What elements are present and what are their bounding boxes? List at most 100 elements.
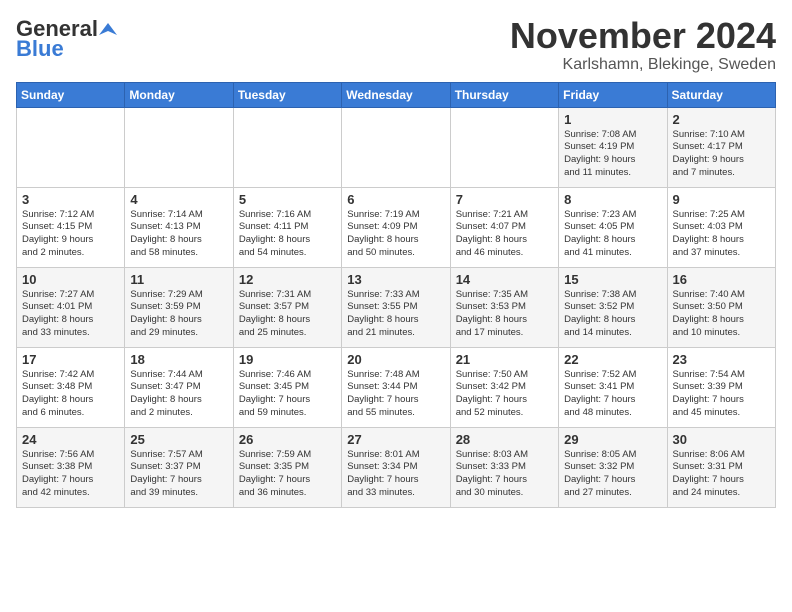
day-details: Sunrise: 7:50 AMSunset: 3:42 PMDaylight:… xyxy=(456,369,553,420)
day-number: 14 xyxy=(456,272,553,287)
day-details: Sunrise: 7:21 AMSunset: 4:07 PMDaylight:… xyxy=(456,209,553,260)
day-number: 1 xyxy=(564,112,661,127)
day-number: 18 xyxy=(130,352,227,367)
day-details: Sunrise: 7:08 AMSunset: 4:19 PMDaylight:… xyxy=(564,129,661,180)
col-header-wednesday: Wednesday xyxy=(342,82,450,107)
calendar-cell xyxy=(342,107,450,187)
calendar-week-2: 3Sunrise: 7:12 AMSunset: 4:15 PMDaylight… xyxy=(17,187,776,267)
col-header-thursday: Thursday xyxy=(450,82,558,107)
calendar-week-1: 1 Sunrise: 7:08 AMSunset: 4:19 PMDaylight… xyxy=(17,107,776,187)
day-number: 23 xyxy=(673,352,770,367)
title-block: November 2024 Karlshamn, Blekinge, Swede… xyxy=(510,16,776,74)
day-details: Sunrise: 7:48 AMSunset: 3:44 PMDaylight:… xyxy=(347,369,444,420)
calendar-cell: 2 Sunrise: 7:10 AMSunset: 4:17 PMDaylight… xyxy=(667,107,775,187)
day-number: 28 xyxy=(456,432,553,447)
logo-bird-icon xyxy=(99,21,117,39)
day-number: 20 xyxy=(347,352,444,367)
header-row: SundayMondayTuesdayWednesdayThursdayFrid… xyxy=(17,82,776,107)
calendar-week-4: 17 Sunrise: 7:42 AMSunset: 3:48 PMDayligh… xyxy=(17,347,776,427)
day-details: Sunrise: 8:01 AMSunset: 3:34 PMDaylight:… xyxy=(347,449,444,500)
day-number: 26 xyxy=(239,432,336,447)
calendar-cell xyxy=(450,107,558,187)
calendar-cell: 1 Sunrise: 7:08 AMSunset: 4:19 PMDaylight… xyxy=(559,107,667,187)
calendar-cell: 15 Sunrise: 7:38 AMSunset: 3:52 PMDayligh… xyxy=(559,267,667,347)
day-number: 16 xyxy=(673,272,770,287)
day-number: 17 xyxy=(22,352,119,367)
day-number: 3 xyxy=(22,192,119,207)
calendar-cell: 25Sunrise: 7:57 AMSunset: 3:37 PMDayligh… xyxy=(125,427,233,507)
calendar-cell: 5 Sunrise: 7:16 AMSunset: 4:11 PMDaylight… xyxy=(233,187,341,267)
day-details: Sunrise: 7:38 AMSunset: 3:52 PMDaylight:… xyxy=(564,289,661,340)
day-details: Sunrise: 7:54 AMSunset: 3:39 PMDaylight:… xyxy=(673,369,770,420)
calendar-cell: 3Sunrise: 7:12 AMSunset: 4:15 PMDaylight… xyxy=(17,187,125,267)
calendar-cell: 21 Sunrise: 7:50 AMSunset: 3:42 PMDayligh… xyxy=(450,347,558,427)
day-number: 4 xyxy=(130,192,227,207)
day-details: Sunrise: 7:33 AMSunset: 3:55 PMDaylight:… xyxy=(347,289,444,340)
day-details: Sunrise: 7:27 AMSunset: 4:01 PMDaylight:… xyxy=(22,289,119,340)
col-header-sunday: Sunday xyxy=(17,82,125,107)
day-details: Sunrise: 7:31 AMSunset: 3:57 PMDaylight:… xyxy=(239,289,336,340)
day-details: Sunrise: 7:52 AMSunset: 3:41 PMDaylight:… xyxy=(564,369,661,420)
day-number: 7 xyxy=(456,192,553,207)
calendar-week-3: 10Sunrise: 7:27 AMSunset: 4:01 PMDayligh… xyxy=(17,267,776,347)
calendar-cell xyxy=(233,107,341,187)
day-number: 24 xyxy=(22,432,119,447)
col-header-tuesday: Tuesday xyxy=(233,82,341,107)
calendar-cell: 6 Sunrise: 7:19 AMSunset: 4:09 PMDaylight… xyxy=(342,187,450,267)
day-number: 11 xyxy=(130,272,227,287)
calendar-cell: 23 Sunrise: 7:54 AMSunset: 3:39 PMDayligh… xyxy=(667,347,775,427)
calendar-cell: 4 Sunrise: 7:14 AMSunset: 4:13 PMDaylight… xyxy=(125,187,233,267)
calendar-cell: 8Sunrise: 7:23 AMSunset: 4:05 PMDaylight… xyxy=(559,187,667,267)
day-number: 12 xyxy=(239,272,336,287)
calendar-cell: 28Sunrise: 8:03 AMSunset: 3:33 PMDayligh… xyxy=(450,427,558,507)
calendar-cell: 7 Sunrise: 7:21 AMSunset: 4:07 PMDaylight… xyxy=(450,187,558,267)
calendar-cell: 18 Sunrise: 7:44 AMSunset: 3:47 PMDayligh… xyxy=(125,347,233,427)
day-details: Sunrise: 7:25 AMSunset: 4:03 PMDaylight:… xyxy=(673,209,770,260)
day-details: Sunrise: 8:06 AMSunset: 3:31 PMDaylight:… xyxy=(673,449,770,500)
calendar-cell xyxy=(17,107,125,187)
col-header-friday: Friday xyxy=(559,82,667,107)
calendar-cell: 17 Sunrise: 7:42 AMSunset: 3:48 PMDayligh… xyxy=(17,347,125,427)
calendar-cell: 10Sunrise: 7:27 AMSunset: 4:01 PMDayligh… xyxy=(17,267,125,347)
logo-blue: Blue xyxy=(16,36,64,62)
logo: General Blue xyxy=(16,16,117,62)
page-header: General Blue November 2024 Karlshamn, Bl… xyxy=(16,16,776,74)
calendar-cell: 27Sunrise: 8:01 AMSunset: 3:34 PMDayligh… xyxy=(342,427,450,507)
col-header-monday: Monday xyxy=(125,82,233,107)
location: Karlshamn, Blekinge, Sweden xyxy=(510,56,776,74)
day-details: Sunrise: 7:10 AMSunset: 4:17 PMDaylight:… xyxy=(673,129,770,180)
day-details: Sunrise: 7:59 AMSunset: 3:35 PMDaylight:… xyxy=(239,449,336,500)
calendar-cell: 24 Sunrise: 7:56 AMSunset: 3:38 PMDayligh… xyxy=(17,427,125,507)
month-title: November 2024 xyxy=(510,16,776,56)
day-number: 8 xyxy=(564,192,661,207)
day-number: 22 xyxy=(564,352,661,367)
calendar-cell: 19Sunrise: 7:46 AMSunset: 3:45 PMDayligh… xyxy=(233,347,341,427)
day-details: Sunrise: 7:19 AMSunset: 4:09 PMDaylight:… xyxy=(347,209,444,260)
calendar-cell: 16Sunrise: 7:40 AMSunset: 3:50 PMDayligh… xyxy=(667,267,775,347)
day-details: Sunrise: 7:35 AMSunset: 3:53 PMDaylight:… xyxy=(456,289,553,340)
calendar-cell: 30Sunrise: 8:06 AMSunset: 3:31 PMDayligh… xyxy=(667,427,775,507)
calendar-table: SundayMondayTuesdayWednesdayThursdayFrid… xyxy=(16,82,776,508)
day-details: Sunrise: 7:16 AMSunset: 4:11 PMDaylight:… xyxy=(239,209,336,260)
col-header-saturday: Saturday xyxy=(667,82,775,107)
day-number: 13 xyxy=(347,272,444,287)
day-number: 5 xyxy=(239,192,336,207)
day-number: 6 xyxy=(347,192,444,207)
day-details: Sunrise: 7:44 AMSunset: 3:47 PMDaylight:… xyxy=(130,369,227,420)
day-details: Sunrise: 7:42 AMSunset: 3:48 PMDaylight:… xyxy=(22,369,119,420)
calendar-cell: 11 Sunrise: 7:29 AMSunset: 3:59 PMDayligh… xyxy=(125,267,233,347)
day-number: 29 xyxy=(564,432,661,447)
day-details: Sunrise: 7:57 AMSunset: 3:37 PMDaylight:… xyxy=(130,449,227,500)
calendar-cell xyxy=(125,107,233,187)
day-number: 2 xyxy=(673,112,770,127)
day-details: Sunrise: 7:56 AMSunset: 3:38 PMDaylight:… xyxy=(22,449,119,500)
day-details: Sunrise: 7:46 AMSunset: 3:45 PMDaylight:… xyxy=(239,369,336,420)
calendar-cell: 9Sunrise: 7:25 AMSunset: 4:03 PMDaylight… xyxy=(667,187,775,267)
calendar-cell: 26 Sunrise: 7:59 AMSunset: 3:35 PMDayligh… xyxy=(233,427,341,507)
calendar-cell: 20 Sunrise: 7:48 AMSunset: 3:44 PMDayligh… xyxy=(342,347,450,427)
day-number: 21 xyxy=(456,352,553,367)
calendar-cell: 14 Sunrise: 7:35 AMSunset: 3:53 PMDayligh… xyxy=(450,267,558,347)
day-number: 15 xyxy=(564,272,661,287)
day-details: Sunrise: 7:29 AMSunset: 3:59 PMDaylight:… xyxy=(130,289,227,340)
day-details: Sunrise: 7:14 AMSunset: 4:13 PMDaylight:… xyxy=(130,209,227,260)
